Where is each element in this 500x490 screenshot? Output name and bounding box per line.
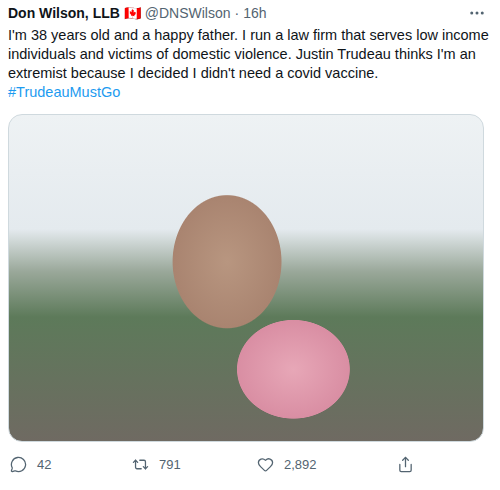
heart-icon[interactable] [257, 456, 274, 473]
share-button[interactable] [397, 456, 457, 473]
reply-icon[interactable] [10, 456, 27, 473]
tweet-time[interactable]: 16h [243, 5, 266, 21]
retweet-icon[interactable] [132, 456, 149, 473]
tweet-header: Don Wilson, LLB 🇨🇦@DNSWilson·16h [8, 2, 490, 24]
author-handle[interactable]: @DNSWilson [145, 5, 231, 21]
like-count: 2,892 [284, 457, 317, 472]
author-meta: Don Wilson, LLB 🇨🇦@DNSWilson·16h [8, 5, 267, 21]
tweet-card: Don Wilson, LLB 🇨🇦@DNSWilson·16h I'm 38 y… [0, 0, 500, 490]
ellipsis-icon[interactable] [468, 4, 486, 22]
separator: · [235, 5, 240, 21]
share-icon[interactable] [397, 456, 414, 473]
text-segment: I'm 38 years old and a happy father. I r… [8, 27, 489, 81]
tweet-text: I'm 38 years old and a happy father. I r… [8, 26, 490, 102]
action-bar: 42 791 2,892 [8, 456, 490, 473]
tweet-photo[interactable] [8, 114, 484, 442]
reply-button[interactable]: 42 [10, 456, 132, 473]
more-button[interactable] [464, 4, 490, 22]
like-button[interactable]: 2,892 [257, 456, 397, 473]
reply-count: 42 [37, 457, 51, 472]
retweet-count: 791 [159, 457, 181, 472]
retweet-button[interactable]: 791 [132, 456, 257, 473]
hashtag-link[interactable]: #TrudeauMustGo [8, 84, 120, 100]
author-name[interactable]: Don Wilson, LLB 🇨🇦 [8, 5, 141, 21]
